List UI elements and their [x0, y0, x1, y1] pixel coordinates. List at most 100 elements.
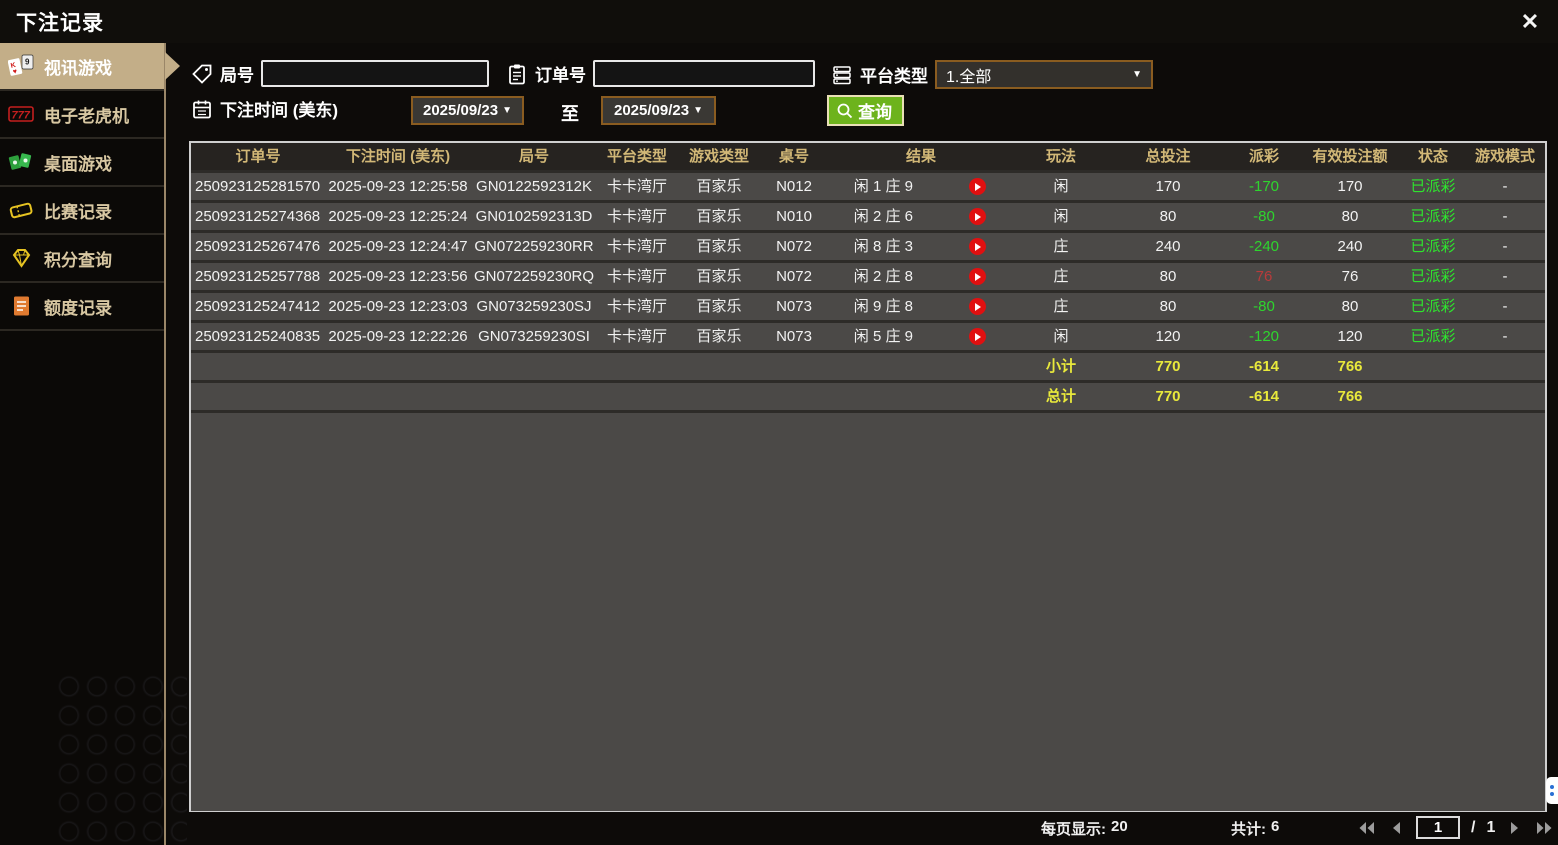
header-game-mode: 游戏模式	[1474, 148, 1535, 165]
last-page-icon[interactable]	[1535, 819, 1553, 837]
cell-round-no: GN072259230RQ	[473, 268, 595, 285]
table-row[interactable]: 250923125267476 2025-09-23 12:24:47 GN0722…	[191, 233, 1545, 263]
cell-payout: -80	[1253, 208, 1275, 225]
cell-valid-bet: 766	[1337, 388, 1363, 405]
pagination-bar: 每页显示: 20 共计: 6 / 1	[166, 812, 1558, 845]
query-button-label: 查询	[858, 103, 892, 122]
cell-valid-bet: 80	[1341, 298, 1359, 315]
per-page-label: 每页显示:	[1041, 821, 1106, 838]
chevron-down-icon: ▼	[1132, 69, 1142, 80]
cell-status: 已派彩	[1410, 328, 1456, 345]
cell-order-no: 250923125240835	[195, 328, 321, 345]
cell-game-mode: -	[1502, 328, 1508, 345]
cell-bet-time	[325, 383, 471, 410]
table-row[interactable]: 250923125274368 2025-09-23 12:25:24 GN0102…	[191, 203, 1545, 233]
cell-total-bet: 240	[1155, 238, 1181, 255]
table-row[interactable]: 250923125281570 2025-09-23 12:25:58 GN0122…	[191, 173, 1545, 203]
cell-game-type: 百家乐	[696, 208, 742, 225]
blue-dot-icon	[1550, 792, 1554, 796]
header-platform: 平台类型	[606, 148, 667, 165]
diamond-icon	[8, 246, 35, 270]
result-text: 闲 8 庄 3	[853, 238, 913, 255]
play-video-icon[interactable]	[940, 178, 1015, 195]
document-icon	[8, 294, 35, 318]
round-label: 局号	[220, 66, 254, 85]
table-body: 250923125281570 2025-09-23 12:25:58 GN0122…	[191, 173, 1545, 413]
sidebar-item-slots[interactable]: 777 电子老虎机	[0, 91, 164, 139]
cell-valid-bet: 766	[1337, 358, 1363, 375]
table-games-icon	[8, 150, 35, 174]
table-row[interactable]: 250923125240835 2025-09-23 12:22:26 GN0732…	[191, 323, 1545, 353]
cell-game-mode	[1465, 353, 1545, 380]
sidebar-item-video-games[interactable]: K ♥ 9 视讯游戏	[0, 43, 180, 91]
sidebar-item-points-query[interactable]: 积分查询	[0, 235, 164, 283]
order-filter: 订单号	[506, 60, 815, 87]
sidebar-item-label: 额度记录	[44, 298, 112, 318]
table-row[interactable]: 250923125247412 2025-09-23 12:23:03 GN0732…	[191, 293, 1545, 323]
first-page-icon[interactable]	[1358, 819, 1376, 837]
header-order-no: 订单号	[235, 148, 281, 165]
cell-game-type: 百家乐	[696, 178, 742, 195]
round-input[interactable]	[261, 60, 489, 87]
cell-status: 已派彩	[1410, 208, 1456, 225]
header-valid-bet: 有效投注额	[1312, 148, 1388, 165]
cell-total-bet: 80	[1159, 208, 1177, 225]
betting-records-window: 下注记录 ✕ K ♥ 9 视讯游戏 777 电子老虎机 桌面游戏 比赛记录 积分…	[0, 0, 1558, 845]
date-from-picker[interactable]: 2025/09/23 ▼	[411, 96, 524, 125]
close-icon[interactable]: ✕	[1516, 8, 1544, 36]
date-to-picker[interactable]: 2025/09/23 ▼	[601, 96, 716, 125]
play-video-icon[interactable]	[940, 238, 1015, 255]
play-video-icon[interactable]	[940, 298, 1015, 315]
ticket-icon	[8, 198, 35, 222]
page-title: 下注记录	[16, 12, 104, 35]
cell-game-mode: -	[1502, 178, 1508, 195]
header-payout: 派彩	[1248, 148, 1279, 165]
platform-select[interactable]: 1.全部 ▼	[935, 60, 1153, 89]
cell-play-type: 庄	[1053, 268, 1069, 285]
cell-total-bet: 120	[1155, 328, 1181, 345]
sidebar-item-table-games[interactable]: 桌面游戏	[0, 139, 164, 187]
play-video-icon[interactable]	[940, 208, 1015, 225]
svg-text:9: 9	[25, 58, 30, 67]
cell-table-no: N072	[776, 238, 812, 255]
cell-round-no: GN073259230SI	[478, 328, 590, 345]
cell-result: 闲 2 庄 8	[827, 263, 1015, 290]
cell-platform: 卡卡湾厅	[606, 238, 667, 255]
cell-game-type: 百家乐	[696, 268, 742, 285]
cell-payout: -170	[1248, 178, 1280, 195]
cell-platform: 卡卡湾厅	[606, 328, 667, 345]
header-status: 状态	[1417, 148, 1448, 165]
pager-controls: / 1	[1358, 816, 1553, 839]
header-game-type: 游戏类型	[688, 148, 749, 165]
cell-game-type: 百家乐	[696, 328, 742, 345]
total-count-label: 共计:	[1231, 821, 1266, 838]
next-page-icon[interactable]	[1506, 819, 1524, 837]
cell-play-type: 总计	[1045, 388, 1076, 405]
order-label: 订单号	[535, 66, 586, 85]
subtotal-row: 小计 770 -614 766	[191, 353, 1545, 383]
cell-result: 闲 2 庄 6	[827, 203, 1015, 230]
header-result: 结果	[905, 148, 936, 165]
header-play-type: 玩法	[1045, 148, 1076, 165]
cell-status	[1401, 353, 1465, 380]
page-number-input[interactable]	[1416, 816, 1460, 839]
play-video-icon[interactable]	[940, 268, 1015, 285]
order-input[interactable]	[593, 60, 815, 87]
cell-result: 闲 5 庄 9	[827, 323, 1015, 350]
tag-icon	[191, 63, 213, 85]
table-row[interactable]: 250923125257788 2025-09-23 12:23:56 GN0722…	[191, 263, 1545, 293]
cell-valid-bet: 80	[1341, 208, 1359, 225]
play-video-icon[interactable]	[940, 328, 1015, 345]
sidebar-item-quota-records[interactable]: 额度记录	[0, 283, 164, 331]
bet-time-label: 下注时间 (美东)	[220, 101, 339, 120]
cell-order-no: 250923125247412	[195, 298, 321, 315]
query-button[interactable]: 查询	[827, 95, 904, 126]
chevron-down-icon: ▼	[502, 105, 512, 116]
bet-time-filter-label: 下注时间 (美东)	[191, 96, 338, 121]
sidebar-item-match-records[interactable]: 比赛记录	[0, 187, 164, 235]
header-round-no: 局号	[518, 148, 549, 165]
edge-widget-handle[interactable]	[1546, 777, 1558, 804]
prev-page-icon[interactable]	[1387, 819, 1405, 837]
result-text: 闲 9 庄 8	[853, 298, 913, 315]
cell-bet-time: 2025-09-23 12:25:58	[328, 178, 468, 195]
